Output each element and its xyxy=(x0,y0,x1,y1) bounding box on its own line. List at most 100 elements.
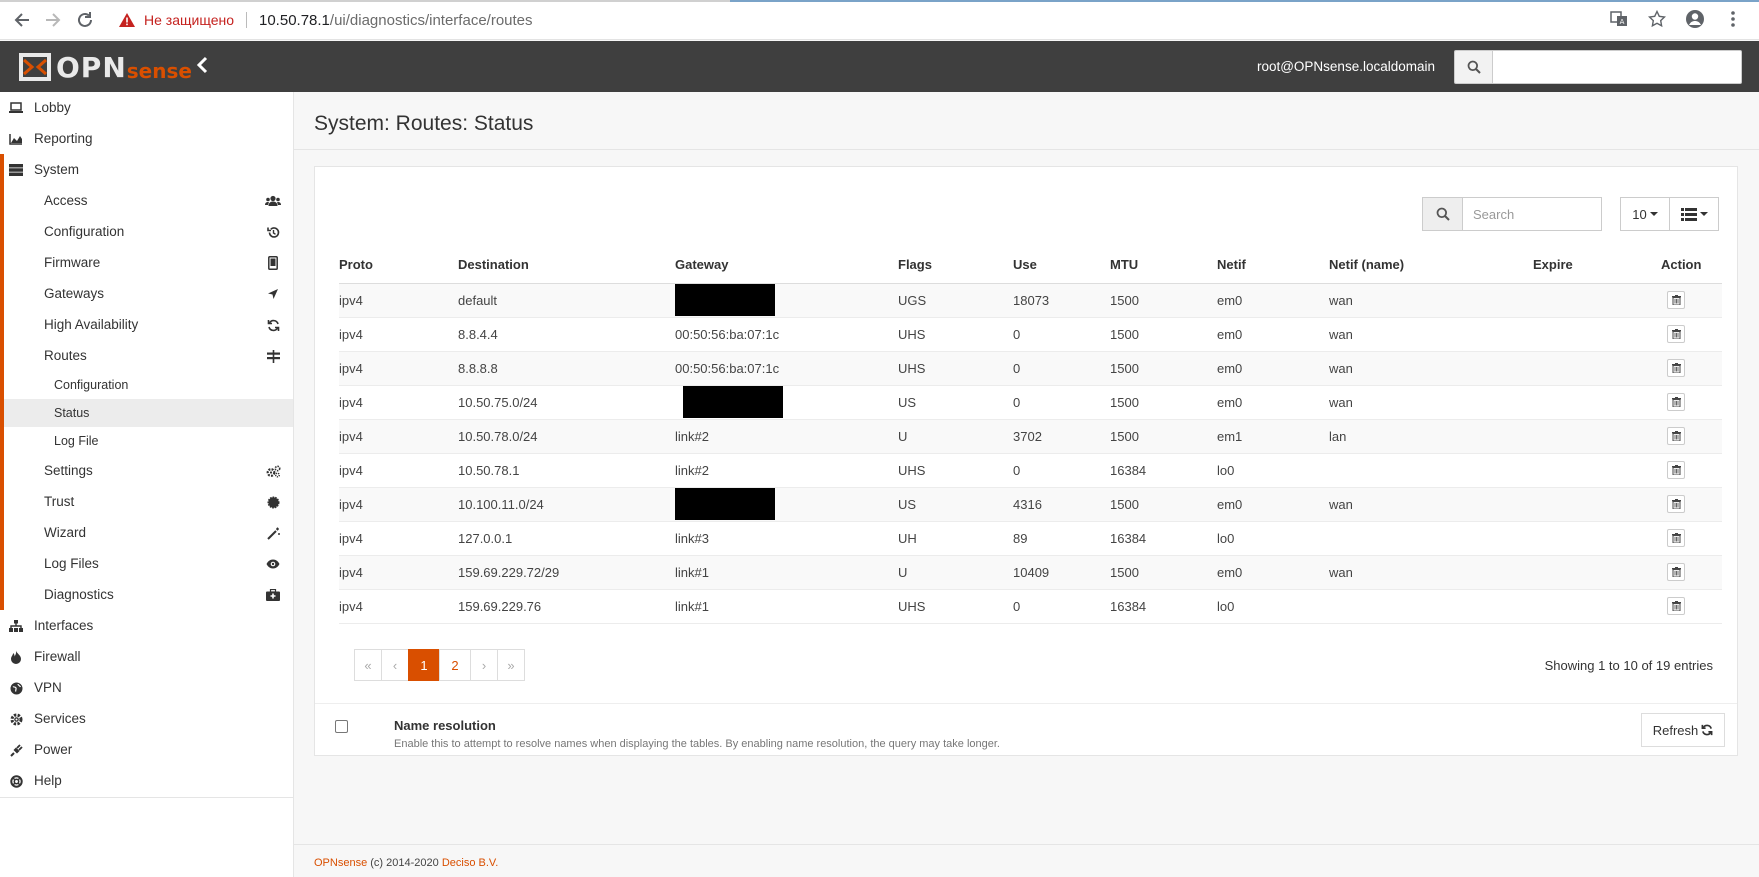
opnsense-logo[interactable]: OPN sense xyxy=(18,49,192,85)
delete-route-button[interactable] xyxy=(1667,291,1685,309)
pager-prev-button[interactable]: ‹ xyxy=(381,649,409,681)
cell-proto: ipv4 xyxy=(339,555,458,590)
footer-company-link[interactable]: Deciso B.V. xyxy=(442,857,498,869)
refresh-icon xyxy=(1701,724,1713,736)
delete-route-button[interactable] xyxy=(1667,529,1685,547)
footer-text: OPNsense (c) 2014-2020 Deciso B.V. xyxy=(314,857,498,869)
address-bar[interactable]: Не защищено 10.50.78.1/ui/diagnostics/in… xyxy=(118,9,533,31)
sidebar-item-settings[interactable]: Settings xyxy=(4,455,293,486)
sidebar-item-trust[interactable]: Trust xyxy=(4,486,293,517)
column-header-flags[interactable]: Flags xyxy=(898,247,1013,284)
pager-first-button[interactable]: « xyxy=(354,649,382,681)
footer-brand-link[interactable]: OPNsense xyxy=(314,857,367,869)
sidebar-item-gateways[interactable]: Gateways xyxy=(4,278,293,309)
sidebar-item-routes-log-file[interactable]: Log File xyxy=(4,427,293,455)
sidebar-item-wizard[interactable]: Wizard xyxy=(4,517,293,548)
delete-route-button[interactable] xyxy=(1667,427,1685,445)
cell-destination: 8.8.4.4 xyxy=(458,317,675,352)
cell-gateway: link#3 xyxy=(675,521,898,556)
sidebar-item-diagnostics[interactable]: Diagnostics xyxy=(4,579,293,610)
sidebar-item-label: Firewall xyxy=(34,649,81,664)
cell-use: 10409 xyxy=(1013,555,1110,590)
column-header-use[interactable]: Use xyxy=(1013,247,1110,284)
cell-mtu: 1500 xyxy=(1110,317,1217,352)
delete-route-button[interactable] xyxy=(1667,495,1685,513)
trash-icon xyxy=(1671,431,1681,441)
translate-icon[interactable]: A xyxy=(1609,9,1629,29)
table-row: ipv4 159.69.229.72/29 link#1 U 10409 1500 em0 w… xyxy=(339,555,1722,590)
delete-route-button[interactable] xyxy=(1667,597,1685,615)
sidebar-item-routes-configuration[interactable]: Configuration xyxy=(4,371,293,399)
delete-route-button[interactable] xyxy=(1667,461,1685,479)
sidebar-item-help[interactable]: Help xyxy=(0,765,293,796)
cell-netif-name: wan xyxy=(1329,351,1533,386)
sidebar-item-label: Log Files xyxy=(44,556,99,571)
page-title: System: Routes: Status xyxy=(314,112,534,135)
forward-arrow-icon[interactable] xyxy=(42,9,64,31)
fire-icon xyxy=(8,649,24,665)
back-arrow-icon[interactable] xyxy=(11,9,33,31)
table-toolbar: Search 10 xyxy=(1422,197,1719,231)
cell-expire xyxy=(1533,419,1661,454)
profile-icon[interactable] xyxy=(1685,9,1705,29)
column-header-mtu[interactable]: MTU xyxy=(1110,247,1217,284)
pager-page-2-button[interactable]: 2 xyxy=(439,649,471,681)
sidebar-item-system[interactable]: System xyxy=(4,154,293,185)
delete-route-button[interactable] xyxy=(1667,325,1685,343)
delete-route-button[interactable] xyxy=(1667,393,1685,411)
pager-page-1-button[interactable]: 1 xyxy=(408,649,440,681)
globe-icon xyxy=(8,680,24,696)
search-icon[interactable] xyxy=(1454,50,1492,84)
sidebar-item-firewall[interactable]: Firewall xyxy=(0,641,293,672)
menu-dots-icon[interactable] xyxy=(1723,9,1743,29)
table-search-input[interactable]: Search xyxy=(1462,197,1602,231)
reload-icon[interactable] xyxy=(74,9,96,31)
cell-netif-name xyxy=(1329,521,1533,556)
sidebar-item-lobby[interactable]: Lobby xyxy=(0,92,293,123)
column-header-proto[interactable]: Proto xyxy=(339,247,458,284)
collapse-sidebar-icon[interactable] xyxy=(196,55,212,77)
delete-route-button[interactable] xyxy=(1667,359,1685,377)
cell-netif-name: wan xyxy=(1329,555,1533,590)
sidebar-item-reporting[interactable]: Reporting xyxy=(0,123,293,154)
sidebar-item-interfaces[interactable]: Interfaces xyxy=(0,610,293,641)
column-header-gateway[interactable]: Gateway xyxy=(675,247,898,284)
column-header-destination[interactable]: Destination xyxy=(458,247,675,284)
redacted-block xyxy=(683,386,783,418)
cell-action xyxy=(1661,589,1722,624)
table-row: ipv4 159.69.229.76 link#1 UHS 0 16384 lo0 xyxy=(339,589,1722,624)
list-icon xyxy=(1680,207,1697,221)
name-resolution-checkbox[interactable] xyxy=(335,720,348,733)
sidebar-item-high-availability[interactable]: High Availability xyxy=(4,309,293,340)
routes-table: Proto Destination Gateway Flags Use MTU … xyxy=(339,247,1722,624)
delete-route-button[interactable] xyxy=(1667,563,1685,581)
sidebar-item-log-files[interactable]: Log Files xyxy=(4,548,293,579)
table-search: Search xyxy=(1422,197,1602,231)
cell-mtu: 1500 xyxy=(1110,487,1217,522)
cell-action xyxy=(1661,419,1722,454)
sidebar-item-power[interactable]: Power xyxy=(0,734,293,765)
pager-last-button[interactable]: » xyxy=(497,649,525,681)
cell-proto: ipv4 xyxy=(339,317,458,352)
column-header-netif-name[interactable]: Netif (name) xyxy=(1329,247,1533,284)
cell-destination: default xyxy=(458,283,675,318)
column-selector-dropdown[interactable] xyxy=(1669,197,1719,231)
star-icon[interactable] xyxy=(1647,9,1667,29)
user-menu[interactable]: root@OPNsense.localdomain xyxy=(1257,59,1435,74)
sidebar-item-firmware[interactable]: Firmware xyxy=(4,247,293,278)
sidebar-item-services[interactable]: Services xyxy=(0,703,293,734)
page-size-dropdown[interactable]: 10 xyxy=(1620,197,1670,231)
sidebar-item-configuration[interactable]: Configuration xyxy=(4,216,293,247)
not-secure-label[interactable]: Не защищено xyxy=(144,12,234,28)
cell-netif-name xyxy=(1329,589,1533,624)
column-header-netif[interactable]: Netif xyxy=(1217,247,1329,284)
pager-next-button[interactable]: › xyxy=(470,649,498,681)
refresh-button[interactable]: Refresh xyxy=(1641,713,1725,747)
cell-proto: ipv4 xyxy=(339,385,458,420)
sidebar-item-vpn[interactable]: VPN xyxy=(0,672,293,703)
column-header-expire[interactable]: Expire xyxy=(1533,247,1661,284)
sidebar-item-routes-status[interactable]: Status xyxy=(4,399,293,427)
sidebar-item-access[interactable]: Access xyxy=(4,185,293,216)
sidebar-item-routes[interactable]: Routes xyxy=(4,340,293,371)
top-search-input[interactable] xyxy=(1492,50,1742,84)
